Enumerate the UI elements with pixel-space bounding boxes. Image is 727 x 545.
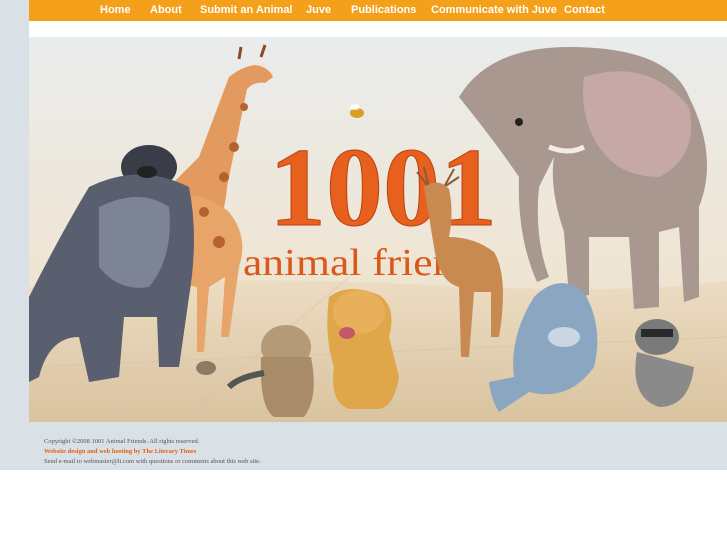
nav-submit-an-animal[interactable]: Submit an Animal xyxy=(200,3,293,17)
nav-about[interactable]: About xyxy=(150,3,182,17)
nav-home[interactable]: Home xyxy=(100,3,131,17)
footer-copyright: Copyright ©2008 1001 Animal Friends. All… xyxy=(44,438,200,445)
nav-publications[interactable]: Publications xyxy=(351,3,416,17)
footer-contact-text: Send e-mail to webmaster@lt.com with que… xyxy=(44,458,261,465)
footer-credit-link[interactable]: Website design and web hosting by The Li… xyxy=(44,447,261,457)
dog-illustration xyxy=(327,288,399,409)
hero-illustration: 1001 animal friends xyxy=(29,37,727,422)
hero-title-number: 1001 xyxy=(269,126,497,250)
nav-communicate-with-juve[interactable]: Communicate with Juve xyxy=(431,3,557,17)
nav-juve[interactable]: Juve xyxy=(306,3,331,17)
mouse-illustration xyxy=(196,361,216,375)
header-spacer xyxy=(29,21,727,37)
top-navigation-bar: Home About Submit an Animal Juve Publica… xyxy=(29,0,727,21)
footer: Copyright ©2008 1001 Animal Friends. All… xyxy=(44,437,261,467)
nav-contact[interactable]: Contact xyxy=(564,3,605,17)
